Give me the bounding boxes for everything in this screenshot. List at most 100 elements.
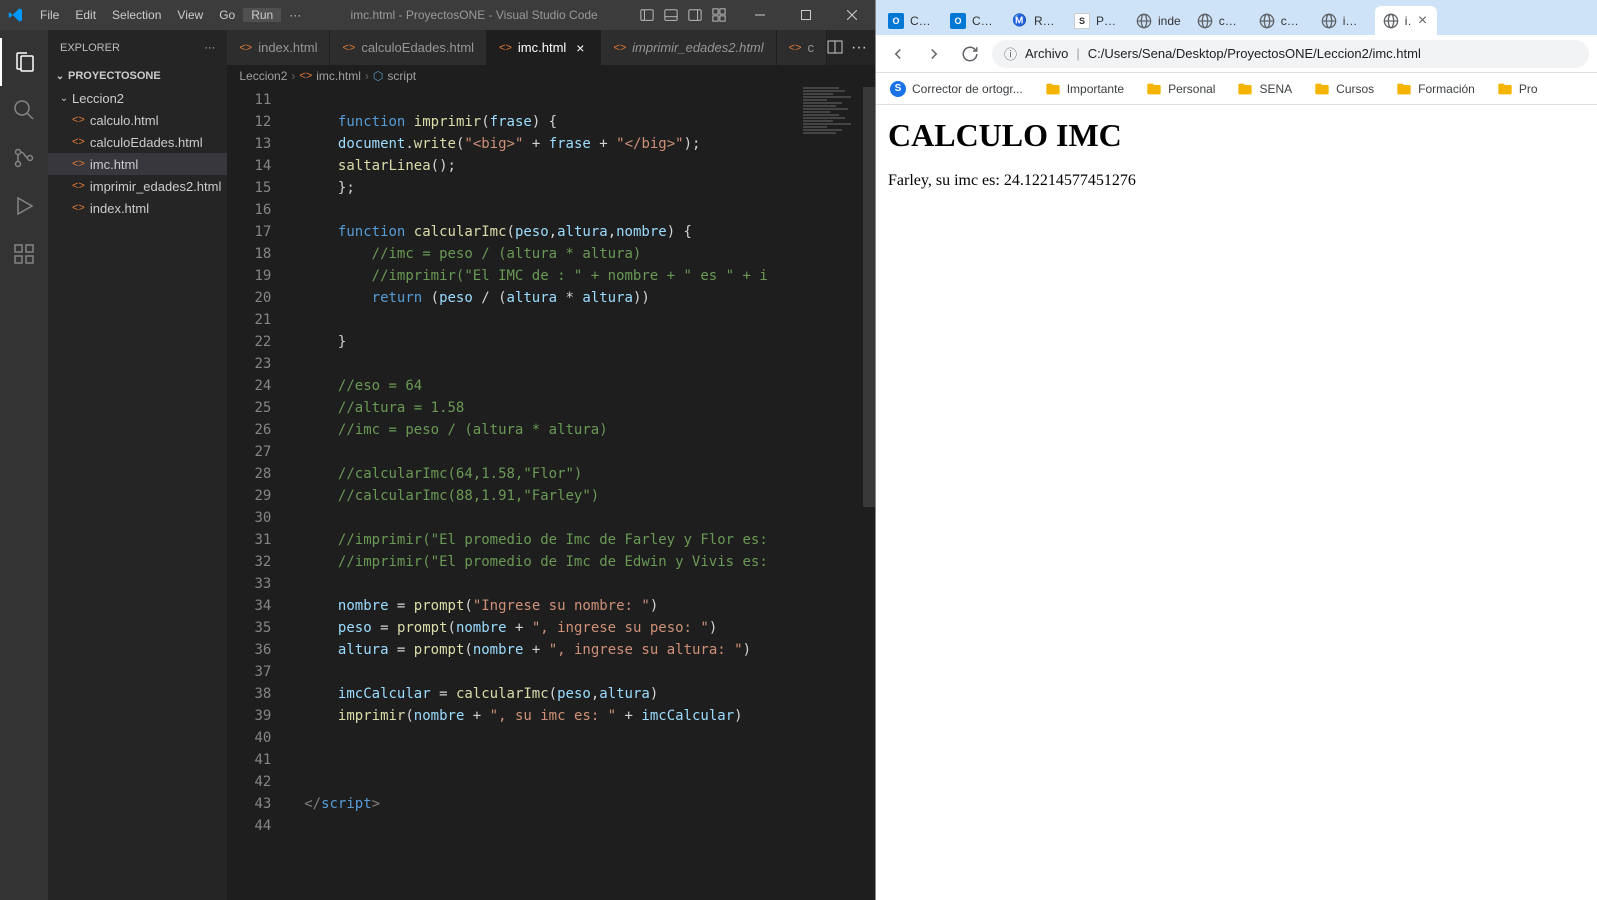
explorer-sidebar: EXPLORER ··· ⌄ PROYECTOSONE ⌄ Leccion2 <… (48, 30, 227, 900)
html-file-icon: <> (789, 42, 802, 54)
bookmark-item[interactable]: Pro (1491, 77, 1544, 101)
layout-buttons (639, 7, 737, 23)
file-item[interactable]: <>calculo.html (48, 109, 227, 131)
html-file-icon: <> (72, 136, 85, 148)
source-control-activity-icon[interactable] (0, 134, 48, 182)
chevron-right-icon: › (365, 69, 369, 83)
editor-tab[interactable]: <>imprimir_edades2.html (601, 30, 776, 65)
folder-icon (1396, 81, 1412, 97)
bookmark-label: Formación (1418, 82, 1475, 96)
bookmark-item[interactable]: Cursos (1308, 77, 1380, 101)
breadcrumb-item[interactable]: imc.html (316, 69, 361, 83)
bookmark-item[interactable]: SENA (1231, 77, 1298, 101)
title-bar: FileEditSelectionViewGoRun··· imc.html -… (0, 0, 875, 30)
close-tab-icon[interactable]: × (572, 40, 588, 56)
code-content[interactable]: function imprimir(frase) { document.writ… (287, 87, 875, 900)
browser-tab[interactable]: calcu (1251, 6, 1313, 35)
bookmark-item[interactable]: Importante (1039, 77, 1130, 101)
bookmark-label: Cursos (1336, 82, 1374, 96)
minimap[interactable] (803, 87, 863, 267)
browser-tab[interactable]: OCorre (880, 6, 942, 35)
favicon-icon: O (888, 13, 904, 29)
html-file-icon: <> (72, 202, 85, 214)
tab-actions: ··· (827, 39, 875, 57)
explorer-activity-icon[interactable] (0, 38, 48, 86)
bookmark-item[interactable]: SCorrector de ortogr... (884, 77, 1029, 101)
tab-title: Corre (972, 14, 996, 28)
html-file-icon: <> (72, 158, 85, 170)
more-icon[interactable]: ··· (204, 42, 215, 54)
browser-tab[interactable]: calcu (1189, 6, 1251, 35)
browser-tab[interactable]: inde (1128, 6, 1189, 35)
reload-button[interactable] (956, 40, 984, 68)
code-editor[interactable]: 1112131415161718192021222324252627282930… (227, 87, 875, 900)
folder-icon (1497, 81, 1513, 97)
browser-tab[interactable]: Ⓜ️Recib (1004, 6, 1066, 35)
close-tab-icon[interactable]: × (1418, 12, 1429, 30)
bookmark-item[interactable]: Formación (1390, 77, 1481, 101)
address-bar[interactable]: ⓘ Archivo | C:/Users/Sena/Desktop/Proyec… (992, 40, 1589, 68)
layout-panel-right-icon[interactable] (687, 7, 703, 23)
back-button[interactable] (884, 40, 912, 68)
file-item[interactable]: <>calculoEdades.html (48, 131, 227, 153)
scrollbar[interactable] (863, 87, 875, 507)
menu-selection[interactable]: Selection (104, 8, 169, 22)
menu-run[interactable]: Run (243, 8, 281, 22)
html-file-icon: <> (72, 180, 85, 192)
explorer-label: EXPLORER (60, 42, 120, 54)
extensions-activity-icon[interactable] (0, 230, 48, 278)
favicon-icon (1259, 13, 1275, 29)
browser-tab[interactable]: impri (1313, 6, 1375, 35)
minimize-button[interactable] (737, 0, 783, 30)
run-debug-activity-icon[interactable] (0, 182, 48, 230)
bookmark-label: Corrector de ortogr... (912, 82, 1023, 96)
line-numbers: 1112131415161718192021222324252627282930… (227, 87, 287, 900)
page-content: CALCULO IMC Farley, su imc es: 24.122145… (876, 105, 1597, 900)
vscode-window: FileEditSelectionViewGoRun··· imc.html -… (0, 0, 875, 900)
browser-tab[interactable]: OCorre (942, 6, 1004, 35)
split-editor-icon[interactable] (827, 39, 843, 57)
project-header[interactable]: ⌄ PROYECTOSONE (48, 65, 227, 87)
editor-tab[interactable]: <>c (777, 30, 827, 65)
html-file-icon: <> (299, 70, 312, 82)
more-actions-icon[interactable]: ··· (851, 39, 867, 57)
menu-view[interactable]: View (169, 8, 211, 22)
menu-edit[interactable]: Edit (67, 8, 104, 22)
layout-customize-icon[interactable] (711, 7, 727, 23)
bookmark-label: SENA (1259, 82, 1292, 96)
breadcrumb[interactable]: Leccion2 › <> imc.html › ⬡ script (227, 65, 875, 87)
breadcrumb-item[interactable]: Leccion2 (239, 69, 287, 83)
file-item[interactable]: <>index.html (48, 197, 227, 219)
editor-tab[interactable]: <>imc.html× (487, 30, 601, 65)
layout-panel-bottom-icon[interactable] (663, 7, 679, 23)
file-item[interactable]: <>imprimir_edades2.html (48, 175, 227, 197)
file-item[interactable]: <>imc.html (48, 153, 227, 175)
html-file-icon: <> (72, 114, 85, 126)
url-prefix: Archivo (1025, 46, 1068, 61)
folder-icon (1314, 81, 1330, 97)
search-activity-icon[interactable] (0, 86, 48, 134)
tab-title: calcu (1281, 14, 1305, 28)
tab-title: calcu (1219, 14, 1243, 28)
chevron-right-icon: › (291, 69, 295, 83)
window-controls (737, 0, 875, 30)
browser-tab[interactable]: SPorta (1066, 6, 1128, 35)
editor-tab[interactable]: <>calculoEdades.html (330, 30, 487, 65)
bookmark-item[interactable]: Personal (1140, 77, 1221, 101)
bookmarks-bar: SCorrector de ortogr... Importante Persona… (876, 73, 1597, 105)
info-icon[interactable]: ⓘ (1004, 44, 1017, 63)
layout-panel-left-icon[interactable] (639, 7, 655, 23)
menu-go[interactable]: Go (211, 8, 243, 22)
symbol-icon: ⬡ (373, 69, 383, 83)
maximize-button[interactable] (783, 0, 829, 30)
close-button[interactable] (829, 0, 875, 30)
breadcrumb-item[interactable]: script (387, 69, 416, 83)
folder-item[interactable]: ⌄ Leccion2 (48, 87, 227, 109)
chrome-window: OCorreOCorreⓂ️RecibSPortaindecalcucalcui… (875, 0, 1597, 900)
bookmark-label: Personal (1168, 82, 1215, 96)
menu-···[interactable]: ··· (281, 8, 309, 22)
editor-tab[interactable]: <>index.html (227, 30, 330, 65)
forward-button[interactable] (920, 40, 948, 68)
menu-file[interactable]: File (32, 8, 67, 22)
browser-tab[interactable]: in× (1375, 6, 1437, 35)
